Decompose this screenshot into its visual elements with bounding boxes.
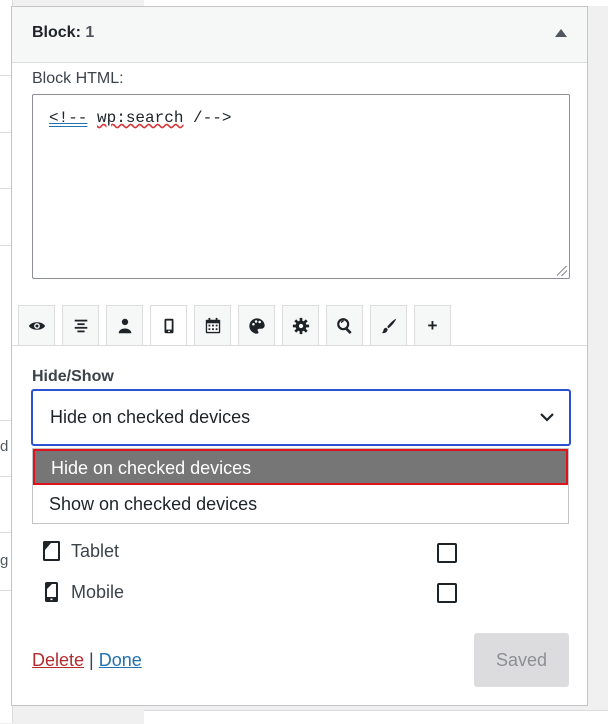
brush-icon <box>381 318 396 333</box>
widget-footer-links: Delete | Done <box>32 650 142 671</box>
device-label-tablet: Tablet <box>71 540 120 561</box>
collapse-arrow-icon[interactable] <box>555 29 567 37</box>
tab-devices[interactable] <box>150 305 187 346</box>
widget-title-label: Block: <box>32 24 81 41</box>
settings-tabs: + <box>18 305 458 346</box>
hide-show-selected-value: Hide on checked devices <box>50 407 251 427</box>
user-icon <box>118 318 131 333</box>
tab-user-roles[interactable] <box>106 305 143 345</box>
html-space <box>87 109 97 127</box>
background-text-fragment: d <box>0 438 9 455</box>
hide-show-label: Hide/Show <box>32 368 114 385</box>
option-show-on-checked[interactable]: Show on checked devices <box>33 487 568 523</box>
tab-alignment[interactable] <box>62 305 99 345</box>
tab-theme[interactable] <box>238 305 275 345</box>
tablet-icon <box>43 541 60 561</box>
gear-icon <box>292 317 309 334</box>
tab-visibility[interactable] <box>18 305 55 345</box>
tab-search[interactable] <box>326 305 363 345</box>
html-comment-close: /--> <box>183 109 232 127</box>
tab-schedule[interactable] <box>194 305 231 345</box>
widget-title: Block: 1 <box>32 24 94 42</box>
link-separator: | <box>89 650 94 670</box>
plus-icon: + <box>427 315 438 335</box>
mobile-icon <box>45 582 58 602</box>
background-panel <box>144 710 608 724</box>
done-link[interactable]: Done <box>99 650 142 670</box>
tab-settings[interactable] <box>282 305 319 345</box>
mobile-device-icon <box>164 318 173 334</box>
resize-handle[interactable] <box>557 266 567 276</box>
search-icon <box>336 317 352 334</box>
block-widget: Block: 1 Block HTML: <!-- wp:search /--> <box>11 6 588 706</box>
palette-icon <box>248 317 265 334</box>
hide-show-options-list: Hide on checked devices Show on checked … <box>32 448 569 524</box>
device-row-mobile: Mobile <box>42 580 124 604</box>
chevron-down-icon <box>540 413 554 422</box>
mobile-checkbox[interactable] <box>437 583 457 603</box>
html-comment-open: <!-- <box>49 109 88 127</box>
html-block-name: wp:search <box>97 109 184 127</box>
tab-style[interactable] <box>370 305 407 345</box>
background-text-fragment: g <box>0 552 9 569</box>
tablet-checkbox[interactable] <box>437 543 457 563</box>
calendar-icon <box>205 317 220 333</box>
save-button[interactable]: Saved <box>474 633 569 687</box>
tabs-divider <box>12 345 587 346</box>
tab-add[interactable]: + <box>414 305 451 345</box>
device-row-tablet: Tablet <box>42 539 119 563</box>
hide-show-select[interactable]: Hide on checked devices <box>31 389 571 446</box>
widget-header[interactable]: Block: 1 <box>12 7 587 63</box>
align-center-icon <box>74 319 87 332</box>
widget-title-number: 1 <box>85 24 95 41</box>
eye-icon <box>28 321 45 330</box>
block-html-label: Block HTML: <box>32 70 124 87</box>
delete-link[interactable]: Delete <box>32 650 84 670</box>
block-html-textarea[interactable]: <!-- wp:search /--> <box>32 94 570 279</box>
device-label-mobile: Mobile <box>71 581 125 602</box>
option-hide-on-checked[interactable]: Hide on checked devices <box>33 449 568 485</box>
